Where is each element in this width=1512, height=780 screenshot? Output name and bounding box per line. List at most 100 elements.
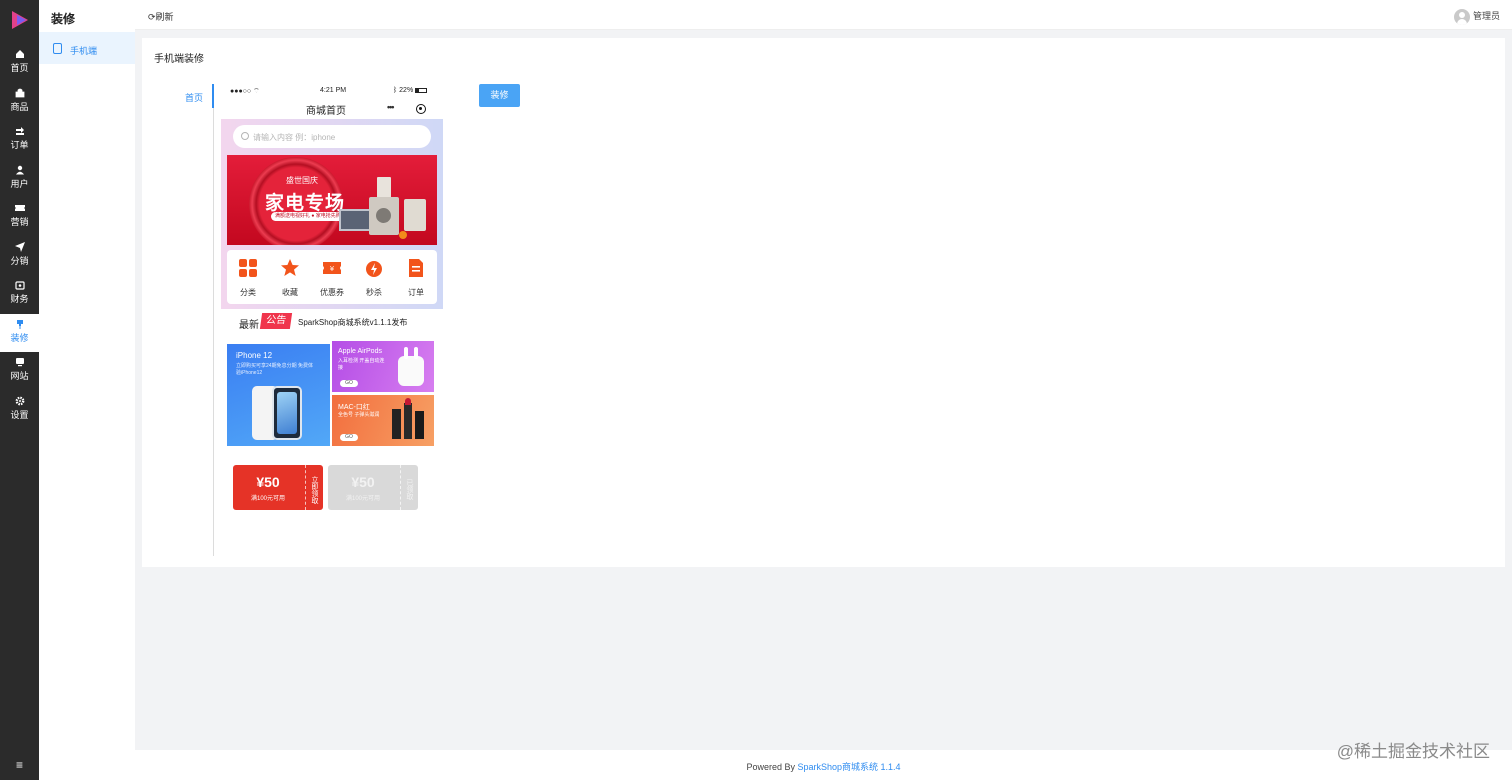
grid-icon	[239, 259, 257, 277]
tab-active-indicator	[212, 84, 214, 108]
airpods-image	[398, 347, 424, 386]
capsule-close-icon[interactable]	[416, 104, 426, 114]
coupon-card[interactable]: ¥50 满100元可用 立即领取	[233, 465, 323, 510]
quick-link-label: 分类	[240, 288, 256, 297]
quick-link-label: 收藏	[282, 288, 298, 297]
notice-prefix: 最新	[239, 320, 259, 331]
quick-link-flash-sale[interactable]: 秒杀	[353, 250, 395, 304]
phone-preview: ●●●○○ ⌔ 4:21 PM ᛒ 22% 商城首页 ••• 请输入内容 例：i…	[221, 83, 443, 525]
promo-title: MAC-口红	[338, 404, 370, 411]
coupon-card: ¥50 满100元可用 已领取	[328, 465, 418, 510]
nav-item-home[interactable]: 首页	[0, 44, 39, 82]
battery-indicator: ᛒ 22%	[393, 87, 428, 94]
svg-text:¥: ¥	[330, 265, 335, 273]
quick-link-category[interactable]: 分类	[227, 250, 269, 304]
nav-item-decoration[interactable]: 装修	[0, 314, 39, 352]
refresh-button[interactable]: ⟳刷新	[148, 10, 174, 23]
menu-toggle-icon[interactable]: ≡	[0, 758, 39, 772]
decoration-ball	[399, 231, 407, 239]
promo-desc: 全色号 子弹头滋润	[338, 412, 380, 418]
promo-desc: 立即购买可享24期免息分期 免费体验iPhone12	[236, 363, 313, 376]
nav-item-label: 营销	[10, 217, 29, 227]
promo-airpods[interactable]: Apple AirPods 入耳检测 开盖自动连接 GO	[332, 341, 434, 392]
banner-tag: 满额送电视好礼 ● 家电抢先购	[271, 212, 345, 221]
coupon-icon: ¥	[323, 262, 341, 274]
nav-item-label: 分销	[10, 256, 29, 266]
nav-item-orders[interactable]: 订单	[0, 121, 39, 159]
quick-link-label: 订单	[408, 288, 424, 297]
nav-item-users[interactable]: 用户	[0, 160, 39, 198]
mobile-icon	[53, 43, 62, 54]
footer-prefix: Powered By	[746, 762, 798, 772]
quick-link-orders[interactable]: 订单	[395, 250, 437, 304]
washer-image	[369, 197, 399, 235]
promo-iphone[interactable]: iPhone 12 立即购买可享24期免息分期 免费体验iPhone12	[227, 344, 330, 446]
quick-link-favorites[interactable]: 收藏	[269, 250, 311, 304]
coupon-amount: ¥50	[256, 474, 280, 490]
secondary-sidebar: 装修 手机端	[39, 0, 135, 780]
iphone-front-image	[272, 386, 302, 440]
lipstick-image	[392, 409, 401, 439]
footer-link[interactable]: SparkShop商城系统 1.1.4	[797, 762, 900, 772]
promo-go-button[interactable]: GO	[340, 434, 358, 441]
nav-item-label: 财务	[10, 294, 29, 304]
user-icon	[15, 165, 24, 175]
lipstick-image	[404, 398, 412, 439]
nav-item-label: 首页	[10, 63, 29, 73]
lipstick-image	[415, 411, 424, 439]
top-bar: ⟳刷新 管理员	[135, 0, 1512, 30]
nav-item-distribution[interactable]: 分销	[0, 237, 39, 275]
list-icon	[409, 259, 423, 277]
nav-item-finance[interactable]: 财务	[0, 275, 39, 313]
nav-item-products[interactable]: 商品	[0, 83, 39, 121]
notice-bar[interactable]: 最新 公告 SparkShop商城系统v1.1.1发布	[227, 309, 437, 335]
nav-item-label: 用户	[10, 179, 29, 189]
app-logo-icon[interactable]	[9, 9, 31, 31]
nav-item-marketing[interactable]: 营销	[0, 198, 39, 236]
star-icon	[281, 259, 299, 276]
subnav-title: 装修	[51, 12, 76, 26]
search-input[interactable]: 请输入内容 例：iphone	[233, 125, 431, 148]
bluetooth-icon: ᛒ	[393, 87, 398, 94]
nav-item-label: 装修	[10, 333, 29, 343]
promo-title: iPhone 12	[236, 351, 273, 360]
watermark: @稀土掘金技术社区	[1336, 742, 1490, 761]
promo-desc: 入耳检测 开盖自动连接	[338, 358, 385, 371]
promo-title: Apple AirPods	[338, 348, 382, 355]
nav-item-settings[interactable]: 设置	[0, 391, 39, 429]
gear-icon	[15, 396, 24, 406]
phone-status-bar: ●●●○○ ⌔ 4:21 PM ᛒ 22%	[221, 83, 443, 99]
coupon-list: ¥50 满100元可用 立即领取 ¥50 满100元可用 已领取	[227, 455, 437, 519]
coupon-condition: 满100元可用	[345, 496, 380, 502]
decorate-button[interactable]: 装修	[479, 84, 520, 107]
nav-item-label: 商品	[10, 102, 29, 112]
quick-link-coupons[interactable]: ¥ 优惠券	[311, 250, 353, 304]
admin-name: 管理员	[1472, 11, 1500, 21]
subnav-item-mobile[interactable]: 手机端	[39, 32, 135, 64]
quick-link-label: 优惠券	[320, 288, 344, 297]
home-icon	[15, 50, 24, 58]
quick-links: 分类 收藏 ¥ 优惠券 秒杀 订单	[227, 250, 437, 304]
signal-indicator: ●●●○○ ⌔	[230, 88, 260, 95]
claim-coupon-button[interactable]: 立即领取	[305, 465, 323, 510]
avatar	[1453, 8, 1470, 25]
refresh-icon: ⟳	[148, 12, 156, 22]
banner-carousel[interactable]: 盛世国庆 家电专场 满额送电视好礼 ● 家电抢先购	[227, 155, 437, 245]
search-placeholder: 请输入内容 例：iphone	[253, 133, 336, 142]
phone-nav-title: 商城首页	[306, 106, 346, 117]
claimed-label: 已领取	[400, 465, 418, 510]
promo-lipstick[interactable]: MAC-口红 全色号 子弹头滋润 GO	[332, 395, 434, 446]
monitor-icon	[15, 358, 24, 367]
coupon-condition: 满100元可用	[250, 496, 285, 502]
wallet-icon	[14, 281, 25, 290]
appliance-image	[404, 199, 426, 231]
promo-go-button[interactable]: GO	[340, 380, 358, 387]
tab-home-page[interactable]: 首页	[185, 91, 203, 104]
wifi-icon: ⌔	[253, 88, 260, 95]
footer: Powered By SparkShop商城系统 1.1.4	[135, 750, 1512, 780]
battery-icon	[415, 87, 428, 93]
nav-item-website[interactable]: 网站	[0, 352, 39, 390]
notice-text: SparkShop商城系统v1.1.1发布	[298, 318, 408, 327]
more-icon[interactable]: •••	[387, 102, 395, 112]
admin-menu[interactable]: 管理员	[1453, 8, 1500, 25]
